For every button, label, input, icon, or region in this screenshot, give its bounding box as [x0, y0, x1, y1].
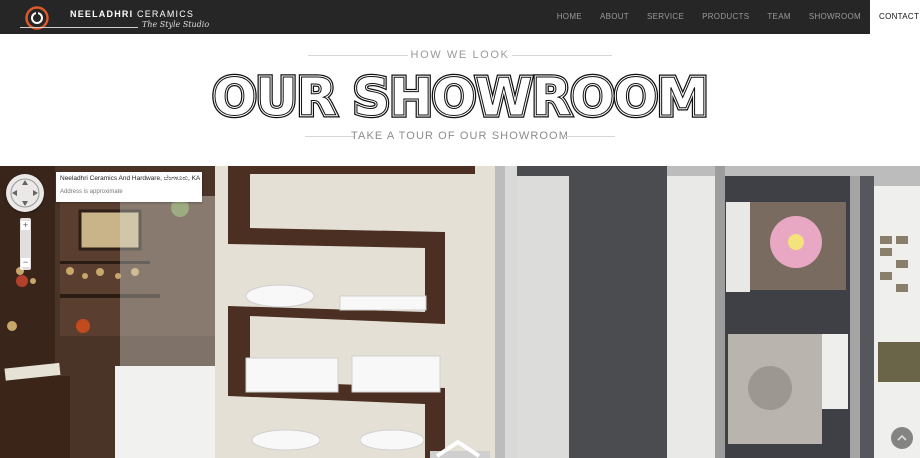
logo-underline [20, 27, 138, 28]
zoom-out-icon[interactable]: − [21, 258, 30, 267]
eyebrow-rule-right [512, 55, 612, 56]
brand-tagline: The Style Studio [142, 20, 210, 29]
page-title: OUR SHOWROOM OUR SHOWROOM OUR SHOWROOM [0, 65, 920, 131]
top-navigation: NEELADHRI CERAMICS The Style Studio HOME… [0, 0, 920, 34]
nav-showroom[interactable]: SHOWROOM [800, 0, 870, 34]
chevron-up-icon [897, 434, 907, 441]
section-subtitle: TAKE A TOUR OF OUR SHOWROOM [351, 130, 569, 142]
showroom-panorama-image [0, 166, 920, 458]
zoom-control: + − [20, 218, 31, 270]
place-info-card[interactable]: Neeladhri Ceramics And Hardware, ಬೆಂಗಳೂರ… [56, 172, 202, 202]
brand-name: NEELADHRI CERAMICS [70, 9, 195, 19]
address-note: Address is approximate [60, 189, 123, 195]
nav-contact[interactable]: CONTACT [870, 0, 920, 34]
nav-team[interactable]: TEAM [758, 0, 799, 34]
nav-service[interactable]: SERVICE [638, 0, 693, 34]
showroom-street-view[interactable] [0, 166, 920, 458]
section-eyebrow: HOW WE LOOK [410, 49, 510, 61]
zoom-in-icon[interactable]: + [21, 221, 30, 230]
navigate-forward-arrow-icon[interactable] [433, 436, 483, 458]
page-title-stroke-inner: OUR SHOWROOM [212, 68, 707, 126]
page-title-outline: OUR SHOWROOM OUR SHOWROOM OUR SHOWROOM [210, 65, 712, 131]
street-view-corner-icon[interactable] [891, 427, 913, 449]
nav-products[interactable]: PRODUCTS [693, 0, 758, 34]
brand-logo[interactable]: NEELADHRI CERAMICS The Style Studio [10, 3, 210, 31]
nav-about[interactable]: ABOUT [591, 0, 638, 34]
main-menu: HOME ABOUT SERVICE PRODUCTS TEAM SHOWROO… [548, 0, 920, 34]
place-name[interactable]: Neeladhri Ceramics And Hardware, ಬೆಂಗಳೂರ… [60, 175, 200, 183]
compass-icon [10, 178, 40, 208]
subtitle-rule-right [565, 136, 615, 137]
nav-home[interactable]: HOME [548, 0, 591, 34]
compass-control[interactable] [6, 174, 44, 212]
